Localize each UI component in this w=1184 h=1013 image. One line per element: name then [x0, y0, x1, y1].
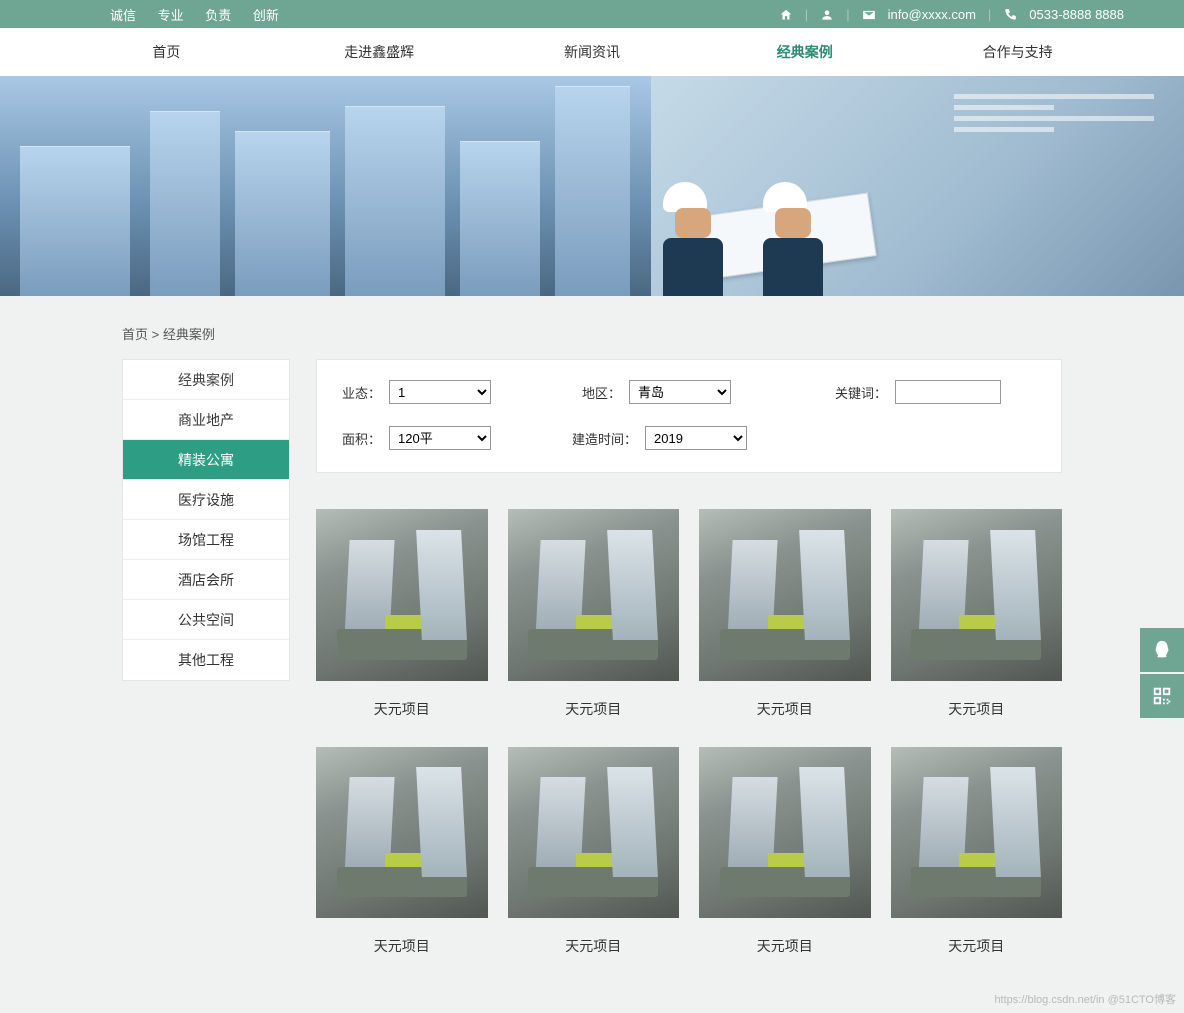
breadcrumb: 首页 > 经典案例 [122, 296, 1062, 359]
label-yetai: 业态： [331, 383, 381, 402]
nav-support[interactable]: 合作与支持 [911, 42, 1124, 62]
project-image [891, 747, 1063, 919]
sidebar-item-hotel[interactable]: 酒店会所 [123, 560, 289, 600]
qrcode-icon [1151, 685, 1173, 707]
project-title: 天元项目 [891, 681, 1063, 725]
nav-news[interactable]: 新闻资讯 [486, 42, 699, 62]
tag: 诚信 [110, 8, 136, 23]
topbar: 诚信 专业 负责 创新 | | info@xxxx.com | 0533-888… [0, 0, 1184, 28]
project-image [891, 509, 1063, 681]
label-diqu: 地区： [571, 383, 621, 402]
project-title: 天元项目 [699, 681, 871, 725]
phone-icon [1003, 6, 1017, 22]
separator: | [988, 7, 991, 22]
filter-panel: 业态： 1 地区： 青岛 关键词： 面积： 120平 [316, 359, 1062, 473]
project-title: 天元项目 [508, 681, 680, 725]
project-title: 天元项目 [891, 918, 1063, 962]
sidebar-item-cases[interactable]: 经典案例 [123, 360, 289, 400]
label-mianji: 面积： [331, 429, 381, 448]
breadcrumb-current: 经典案例 [163, 327, 215, 342]
watermark: https://blog.csdn.net/in @51CTO博客 [994, 991, 1176, 1007]
project-card[interactable]: 天元项目 [508, 509, 680, 725]
phone-text: 0533-8888 8888 [1029, 7, 1124, 22]
label-keyword: 关键词： [831, 383, 887, 402]
navbar: 首页 走进鑫盛辉 新闻资讯 经典案例 合作与支持 [0, 28, 1184, 76]
project-card[interactable]: 天元项目 [508, 747, 680, 963]
user-icon[interactable] [820, 6, 834, 22]
sidebar-item-apartment[interactable]: 精装公寓 [123, 440, 289, 480]
project-card[interactable]: 天元项目 [316, 747, 488, 963]
float-sidebar [1140, 628, 1184, 720]
qq-icon [1151, 639, 1173, 661]
project-image [508, 509, 680, 681]
label-time: 建造时间： [571, 429, 637, 448]
project-card[interactable]: 天元项目 [699, 509, 871, 725]
project-title: 天元项目 [508, 918, 680, 962]
nav-cases[interactable]: 经典案例 [698, 42, 911, 62]
project-card[interactable]: 天元项目 [316, 509, 488, 725]
float-qr-button[interactable] [1140, 674, 1184, 718]
project-grid: 天元项目 天元项目 天元项目 天元项目 天元项目 天元项目 天元项目 天元项目 [316, 509, 1062, 962]
sidebar-item-venue[interactable]: 场馆工程 [123, 520, 289, 560]
input-keyword[interactable] [895, 380, 1001, 404]
select-time[interactable]: 2019 [645, 426, 747, 450]
select-yetai[interactable]: 1 [389, 380, 491, 404]
main-content: 业态： 1 地区： 青岛 关键词： 面积： 120平 [316, 359, 1062, 962]
sidebar-item-medical[interactable]: 医疗设施 [123, 480, 289, 520]
tag: 创新 [253, 8, 279, 23]
tag: 专业 [158, 8, 184, 23]
select-diqu[interactable]: 青岛 [629, 380, 731, 404]
home-icon[interactable] [779, 6, 793, 22]
project-title: 天元项目 [316, 918, 488, 962]
project-card[interactable]: 天元项目 [891, 747, 1063, 963]
sidebar: 经典案例 商业地产 精装公寓 医疗设施 场馆工程 酒店会所 公共空间 其他工程 [122, 359, 290, 681]
project-image [316, 509, 488, 681]
breadcrumb-home[interactable]: 首页 [122, 327, 148, 342]
project-image [508, 747, 680, 919]
project-image [316, 747, 488, 919]
topbar-tags: 诚信 专业 负责 创新 [110, 5, 297, 24]
project-image [699, 747, 871, 919]
separator: | [846, 7, 849, 22]
banner-hero [0, 76, 1184, 296]
topbar-contact: | | info@xxxx.com | 0533-8888 8888 [779, 6, 1124, 22]
float-qq-button[interactable] [1140, 628, 1184, 672]
mail-icon [862, 6, 876, 22]
nav-about[interactable]: 走进鑫盛辉 [273, 42, 486, 62]
sidebar-item-other[interactable]: 其他工程 [123, 640, 289, 680]
separator: | [805, 7, 808, 22]
select-mianji[interactable]: 120平 [389, 426, 491, 450]
nav-home[interactable]: 首页 [60, 42, 273, 62]
sidebar-item-commercial[interactable]: 商业地产 [123, 400, 289, 440]
project-card[interactable]: 天元项目 [699, 747, 871, 963]
breadcrumb-sep: > [152, 327, 160, 342]
project-title: 天元项目 [316, 681, 488, 725]
project-title: 天元项目 [699, 918, 871, 962]
tag: 负责 [205, 8, 231, 23]
email-text[interactable]: info@xxxx.com [888, 7, 976, 22]
project-card[interactable]: 天元项目 [891, 509, 1063, 725]
sidebar-item-public[interactable]: 公共空间 [123, 600, 289, 640]
project-image [699, 509, 871, 681]
